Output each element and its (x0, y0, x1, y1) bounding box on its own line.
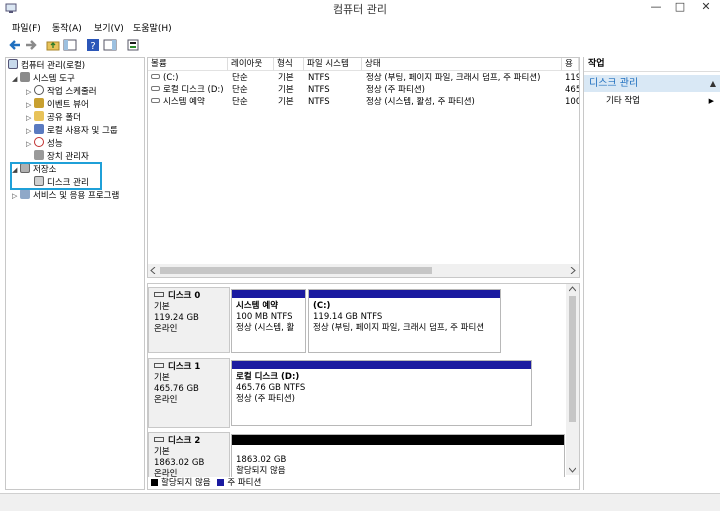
menu-bar: 파일(F) 동작(A) 보기(V) 도움말(H) (0, 18, 720, 36)
tree-item-shared-folders[interactable]: ▷ 공유 폴더 (26, 111, 81, 124)
services-icon (20, 189, 30, 199)
tree-item-performance[interactable]: ▷ 성능 (26, 137, 63, 150)
clock-icon (34, 85, 44, 95)
horizontal-scrollbar[interactable] (148, 264, 579, 277)
forward-arrow-icon[interactable] (24, 38, 38, 52)
legend: 할당되지 않음 주 파티션 (148, 477, 579, 489)
partition-c-drive[interactable]: (C:) 119.14 GB NTFS 정상 (부팅, 페이지 파일, 크래시 … (308, 289, 501, 353)
highlight-box (10, 162, 102, 190)
partition-d-drive[interactable]: 로컬 디스크 (D:) 465.76 GB NTFS 정상 (주 파티션) (231, 360, 532, 426)
unallocated-swatch (151, 479, 158, 486)
window-title: 컴퓨터 관리 (332, 3, 388, 16)
tree-item-local-users-groups[interactable]: ▷ 로컬 사용자 및 그룹 (26, 124, 118, 137)
volume-list: 볼륨 레이아웃 형식 파일 시스템 상태 용 (C:) 단순 기본 NTFS 정… (147, 57, 580, 278)
users-icon (34, 124, 44, 134)
submenu-arrow-icon: ▶ (708, 97, 714, 105)
disk-1-label[interactable]: 디스크 1 기본 465.76 GB 온라인 (148, 358, 230, 428)
table-row[interactable]: (C:) 단순 기본 NTFS 정상 (부팅, 페이지 파일, 크래시 덤프, … (148, 73, 579, 84)
column-layout[interactable]: 레이아웃 (228, 58, 274, 71)
show-action-pane-icon[interactable] (103, 38, 117, 52)
tree-item-computer-management[interactable]: 컴퓨터 관리(로컬) (8, 59, 85, 72)
scroll-right-icon[interactable] (569, 267, 576, 274)
disk-0-label[interactable]: 디스크 0 기본 119.24 GB 온라인 (148, 287, 230, 353)
show-hide-tree-icon[interactable] (63, 38, 77, 52)
action-more-actions[interactable]: 기타 작업 ▶ (606, 95, 720, 108)
properties-icon[interactable] (126, 38, 140, 52)
column-volume[interactable]: 볼륨 (148, 58, 228, 71)
collapse-icon[interactable]: ◢ (12, 73, 20, 86)
partition-system-reserved[interactable]: 시스템 예약 100 MB NTFS 정상 (시스템, 활 (231, 289, 306, 353)
disk-icon (154, 437, 164, 442)
collapse-caret-icon[interactable]: ▲ (710, 75, 716, 92)
actions-pane: 작업 디스크 관리 ▲ 기타 작업 ▶ (583, 57, 720, 490)
action-disk-management[interactable]: 디스크 관리 ▲ (584, 75, 720, 92)
up-folder-icon[interactable] (46, 38, 60, 52)
menu-file[interactable]: 파일(F) (12, 21, 41, 34)
column-type[interactable]: 형식 (274, 58, 304, 71)
disk-icon (154, 363, 164, 368)
minimize-button[interactable]: — (646, 0, 666, 16)
menu-help[interactable]: 도움말(H) (133, 21, 172, 34)
close-button[interactable]: ✕ (696, 0, 716, 16)
maximize-button[interactable]: □ (670, 0, 690, 16)
disk-icon (154, 292, 164, 297)
svg-text:?: ? (90, 41, 95, 52)
disk-name: 디스크 0 (154, 291, 224, 302)
status-bar (0, 493, 720, 511)
column-status[interactable]: 상태 (362, 58, 562, 71)
disk-name: 디스크 2 (154, 436, 224, 447)
scrollbar-thumb[interactable] (160, 267, 432, 274)
scrollbar-thumb[interactable] (569, 296, 576, 422)
performance-icon (34, 137, 44, 147)
menu-view[interactable]: 보기(V) (94, 21, 124, 34)
actions-header: 작업 (584, 57, 720, 72)
help-icon[interactable]: ? (86, 38, 100, 52)
tree-item-system-tools[interactable]: ◢ 시스템 도구 (12, 72, 75, 85)
volume-name-cell: 시스템 예약 (151, 97, 228, 108)
scroll-up-icon[interactable] (569, 286, 576, 293)
drive-icon (151, 74, 160, 79)
drive-icon (151, 86, 160, 91)
column-capacity[interactable]: 용 (562, 58, 579, 71)
primary-partition-swatch (217, 479, 225, 486)
volume-name-cell: 로컬 디스크 (D:) (151, 85, 228, 96)
navigation-tree: 컴퓨터 관리(로컬) ◢ 시스템 도구 ▷ 작업 스케줄러 ▷ 이벤트 뷰어 ▷ 공유 … (5, 57, 145, 490)
back-arrow-icon[interactable] (8, 38, 22, 52)
menu-action[interactable]: 동작(A) (52, 21, 82, 34)
device-icon (34, 150, 44, 160)
table-row[interactable]: 시스템 예약 단순 기본 NTFS 정상 (시스템, 활성, 주 파티션) 10… (148, 97, 579, 108)
vertical-scrollbar[interactable] (566, 284, 579, 475)
tree-item-services-apps[interactable]: ▷ 서비스 및 응용 프로그램 (12, 189, 119, 202)
scroll-down-icon[interactable] (569, 466, 576, 473)
toolbar: ? (0, 36, 720, 56)
computer-icon (8, 59, 18, 69)
drive-icon (151, 98, 160, 103)
table-row[interactable]: 로컬 디스크 (D:) 단순 기본 NTFS 정상 (주 파티션) 465 (148, 85, 579, 96)
expand-icon[interactable]: ▷ (12, 190, 20, 203)
folder-icon (34, 111, 44, 121)
tree-item-event-viewer[interactable]: ▷ 이벤트 뷰어 (26, 98, 89, 111)
event-icon (34, 98, 44, 108)
disk-map: 디스크 0 기본 119.24 GB 온라인 시스템 예약 100 MB NTF… (147, 283, 580, 490)
tree-item-task-scheduler[interactable]: ▷ 작업 스케줄러 (26, 85, 97, 98)
scroll-left-icon[interactable] (150, 267, 157, 274)
tools-icon (20, 72, 30, 82)
title-bar: 컴퓨터 관리 — □ ✕ (0, 0, 720, 18)
disk-name: 디스크 1 (154, 362, 224, 373)
column-filesystem[interactable]: 파일 시스템 (304, 58, 362, 71)
volume-name-cell: (C:) (151, 73, 228, 84)
